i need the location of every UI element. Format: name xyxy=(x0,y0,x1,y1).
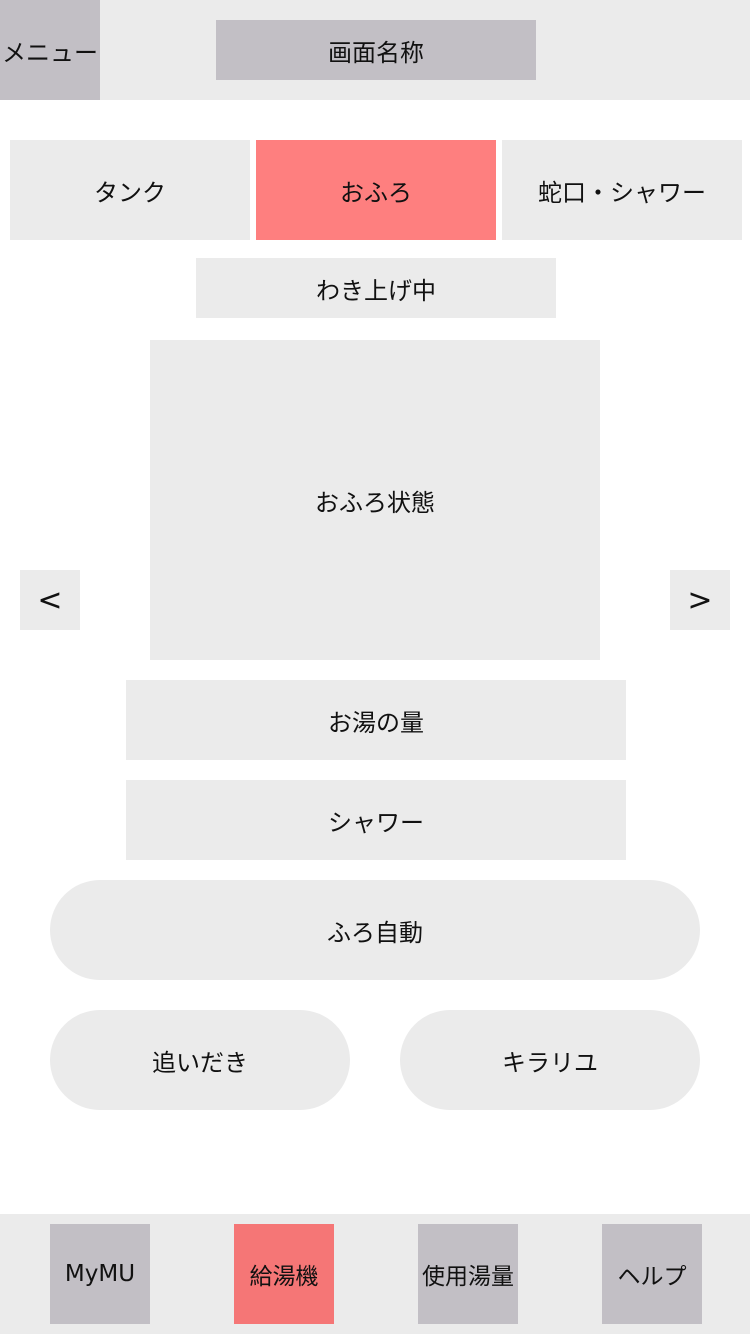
reheat-button[interactable]: 追いだき xyxy=(50,1010,350,1110)
next-button[interactable]: > xyxy=(670,570,730,630)
tab-bath[interactable]: おふろ xyxy=(256,140,496,240)
tab-faucet-shower[interactable]: 蛇口・シャワー xyxy=(502,140,742,240)
kirariyu-button[interactable]: キラリユ xyxy=(400,1010,700,1110)
water-amount-box: お湯の量 xyxy=(126,680,626,760)
heating-status-label: わき上げ中 xyxy=(196,258,556,318)
nav-water-usage[interactable]: 使用湯量 xyxy=(418,1224,518,1324)
screen-title: 画面名称 xyxy=(216,20,536,80)
nav-help[interactable]: ヘルプ xyxy=(602,1224,702,1324)
shower-box: シャワー xyxy=(126,780,626,860)
previous-button[interactable]: < xyxy=(20,570,80,630)
tab-tank[interactable]: タンク xyxy=(10,140,250,240)
menu-button[interactable]: メニュー xyxy=(0,0,100,100)
nav-mymu[interactable]: MyMU xyxy=(50,1224,150,1324)
nav-water-heater[interactable]: 給湯機 xyxy=(234,1224,334,1324)
bath-state-panel: おふろ状態 xyxy=(150,340,600,660)
auto-bath-button[interactable]: ふろ自動 xyxy=(50,880,700,980)
